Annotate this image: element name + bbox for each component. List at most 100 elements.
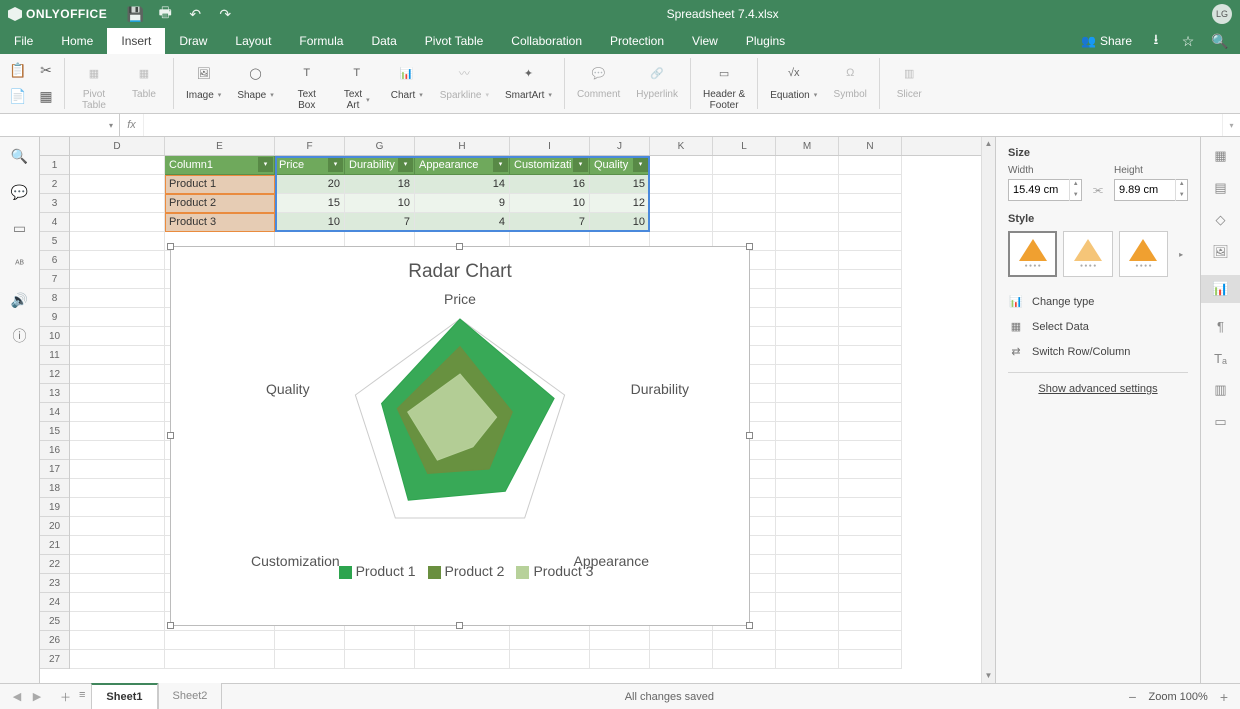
zoom-out-icon[interactable]: − [1128, 689, 1136, 705]
row-header[interactable]: 21 [40, 536, 69, 555]
cell[interactable] [776, 460, 839, 479]
row-header[interactable]: 11 [40, 346, 69, 365]
row-header[interactable]: 14 [40, 403, 69, 422]
symbol-button[interactable]: ΩSymbol [829, 58, 871, 102]
cell[interactable] [839, 346, 902, 365]
col-header[interactable]: M [776, 137, 839, 155]
zoom-in-icon[interactable]: + [1220, 689, 1228, 705]
cell[interactable]: Product 2 [165, 194, 275, 213]
format-painter-icon[interactable]: ▦ [36, 87, 56, 107]
row-header[interactable]: 1 [40, 156, 69, 175]
cell[interactable] [650, 650, 713, 669]
cell[interactable] [713, 213, 776, 232]
chart-button[interactable]: 📊Chart [386, 58, 428, 103]
menu-tab-insert[interactable]: Insert [107, 28, 165, 54]
cell[interactable] [776, 536, 839, 555]
switch-row-col-button[interactable]: ⇄Switch Row/Column [1008, 339, 1188, 364]
resize-handle[interactable] [167, 432, 174, 439]
expand-formula-icon[interactable]: ▾ [1222, 114, 1240, 136]
add-sheet-icon[interactable]: ＋ [60, 689, 71, 705]
cell[interactable]: 18 [345, 175, 415, 194]
chart-style-3[interactable]: ● ● ● ● [1119, 231, 1168, 277]
shape-button[interactable]: ◯Shape [233, 58, 277, 103]
cell[interactable]: 15 [590, 175, 650, 194]
cell[interactable] [839, 327, 902, 346]
cell[interactable]: Column1▾ [165, 156, 275, 175]
select-all-corner[interactable] [40, 137, 70, 156]
menu-tab-formula[interactable]: Formula [285, 28, 357, 54]
cell[interactable] [776, 479, 839, 498]
row-header[interactable]: 17 [40, 460, 69, 479]
cell[interactable] [70, 631, 165, 650]
comment-button[interactable]: 💬Comment [573, 58, 624, 102]
cell[interactable] [70, 365, 165, 384]
cell[interactable] [713, 194, 776, 213]
cell[interactable] [713, 631, 776, 650]
table-settings-icon[interactable]: ▤ [1212, 179, 1230, 197]
next-sheet-icon[interactable]: ▶ [30, 690, 44, 703]
sparkline-button[interactable]: 〰Sparkline [436, 58, 493, 103]
resize-handle[interactable] [456, 243, 463, 250]
cell[interactable] [776, 612, 839, 631]
cell[interactable]: Customizati▾ [510, 156, 590, 175]
cell[interactable] [776, 327, 839, 346]
change-type-button[interactable]: 📊Change type [1008, 289, 1188, 314]
cell[interactable] [650, 156, 713, 175]
more-styles-icon[interactable]: ▸ [1174, 250, 1188, 259]
menu-tab-view[interactable]: View [678, 28, 732, 54]
cell[interactable] [839, 460, 902, 479]
cell[interactable] [776, 650, 839, 669]
cell[interactable] [70, 251, 165, 270]
row-header[interactable]: 10 [40, 327, 69, 346]
cell[interactable] [839, 441, 902, 460]
cell[interactable] [839, 270, 902, 289]
cell[interactable] [70, 498, 165, 517]
filter-icon[interactable]: ▾ [398, 157, 413, 172]
row-header[interactable]: 12 [40, 365, 69, 384]
hyperlink-button[interactable]: 🔗Hyperlink [632, 58, 682, 102]
cell[interactable] [839, 631, 902, 650]
cell[interactable] [70, 422, 165, 441]
row-header[interactable]: 15 [40, 422, 69, 441]
about-icon[interactable]: ⓘ [11, 327, 29, 345]
fx-label[interactable]: fx [120, 114, 144, 136]
menu-tab-layout[interactable]: Layout [221, 28, 285, 54]
resize-handle[interactable] [746, 622, 753, 629]
cell[interactable] [839, 365, 902, 384]
cut-icon[interactable]: ✂ [36, 61, 56, 81]
resize-handle[interactable] [746, 243, 753, 250]
menu-tab-draw[interactable]: Draw [165, 28, 221, 54]
row-header[interactable]: 7 [40, 270, 69, 289]
chart-style-2[interactable]: ● ● ● ● [1063, 231, 1112, 277]
cell[interactable] [776, 194, 839, 213]
cell[interactable]: 20 [275, 175, 345, 194]
row-header[interactable]: 3 [40, 194, 69, 213]
cell[interactable] [839, 536, 902, 555]
menu-tab-protection[interactable]: Protection [596, 28, 678, 54]
cell[interactable]: 10 [510, 194, 590, 213]
cell[interactable] [70, 232, 165, 251]
cell[interactable] [839, 403, 902, 422]
slicer-button[interactable]: ▥Slicer [888, 58, 930, 102]
cell[interactable] [839, 479, 902, 498]
cell[interactable] [70, 441, 165, 460]
cell[interactable]: 7 [345, 213, 415, 232]
menu-tab-home[interactable]: Home [47, 28, 107, 54]
cell[interactable] [839, 498, 902, 517]
cell[interactable] [776, 365, 839, 384]
advanced-settings-link[interactable]: Show advanced settings [1008, 372, 1188, 395]
paragraph-settings-icon[interactable]: ¶ [1212, 317, 1230, 335]
cell[interactable] [70, 555, 165, 574]
row-header[interactable]: 4 [40, 213, 69, 232]
cell[interactable] [70, 650, 165, 669]
cell[interactable] [165, 650, 275, 669]
cell[interactable] [70, 346, 165, 365]
share-button[interactable]: 👥 Share [1081, 34, 1132, 48]
cell[interactable] [590, 650, 650, 669]
cell[interactable] [70, 327, 165, 346]
prev-sheet-icon[interactable]: ◀ [10, 690, 24, 703]
cell[interactable]: 14 [415, 175, 510, 194]
cell[interactable] [70, 593, 165, 612]
pivot-settings-icon[interactable]: ▥ [1212, 381, 1230, 399]
cell[interactable] [345, 631, 415, 650]
